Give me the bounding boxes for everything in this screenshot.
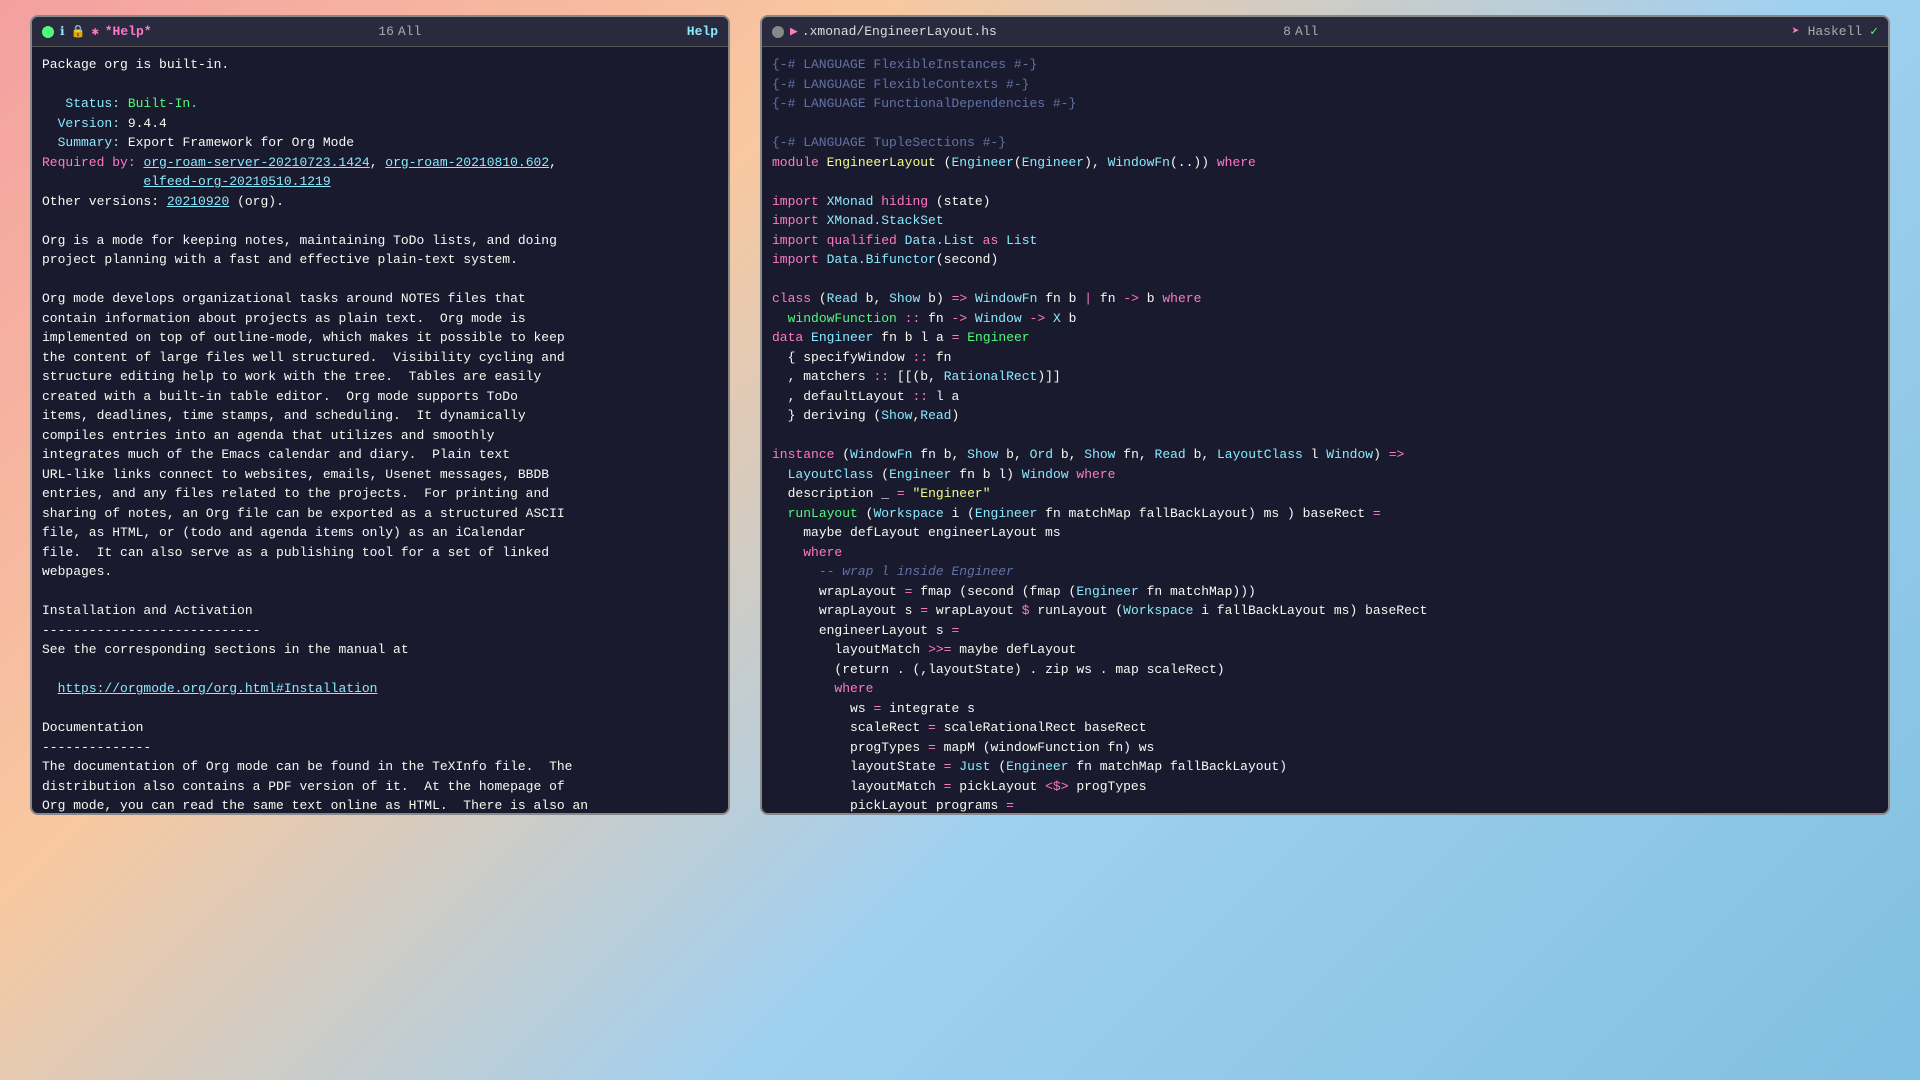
left-titlebar: ℹ 🔒 ✱ *Help* 16 All Help — [32, 17, 728, 47]
right-all: All — [1295, 24, 1318, 39]
right-window: ▶ .xmonad/EngineerLayout.hs 8 All ➤ Hask… — [760, 15, 1890, 815]
right-count: 8 — [1283, 24, 1291, 39]
left-code: Package org is built-in. Status: Built-I… — [42, 55, 718, 813]
right-titlebar: ▶ .xmonad/EngineerLayout.hs 8 All ➤ Hask… — [762, 17, 1888, 47]
left-all: All — [398, 24, 421, 39]
install-link[interactable]: https://orgmode.org/org.html#Installatio… — [58, 681, 378, 696]
left-window: ℹ 🔒 ✱ *Help* 16 All Help Package org is … — [30, 15, 730, 815]
asterisk-icon: ✱ — [92, 24, 99, 39]
check-icon: ✓ — [1870, 24, 1878, 39]
right-window-title: .xmonad/EngineerLayout.hs — [802, 24, 1275, 39]
lock-icon: 🔒 — [71, 24, 86, 39]
window-dot-green — [42, 26, 54, 38]
left-content: Package org is built-in. Status: Built-I… — [32, 47, 728, 813]
window-dot-gray — [772, 26, 784, 38]
info-icon: ℹ — [60, 24, 65, 39]
titlebar-icons: ℹ 🔒 ✱ — [60, 24, 99, 39]
left-help-label: Help — [687, 24, 718, 39]
terminal-icon: ▶ — [790, 24, 798, 39]
arrow-icon: ➤ — [1792, 24, 1800, 39]
left-window-title: *Help* — [105, 24, 371, 39]
haskell-label: Haskell — [1808, 24, 1863, 39]
package-line: Package org is built-in. — [42, 57, 229, 72]
left-count: 16 — [378, 24, 394, 39]
right-code: {-# LANGUAGE FlexibleInstances #-} {-# L… — [772, 55, 1878, 813]
right-content: {-# LANGUAGE FlexibleInstances #-} {-# L… — [762, 47, 1888, 813]
